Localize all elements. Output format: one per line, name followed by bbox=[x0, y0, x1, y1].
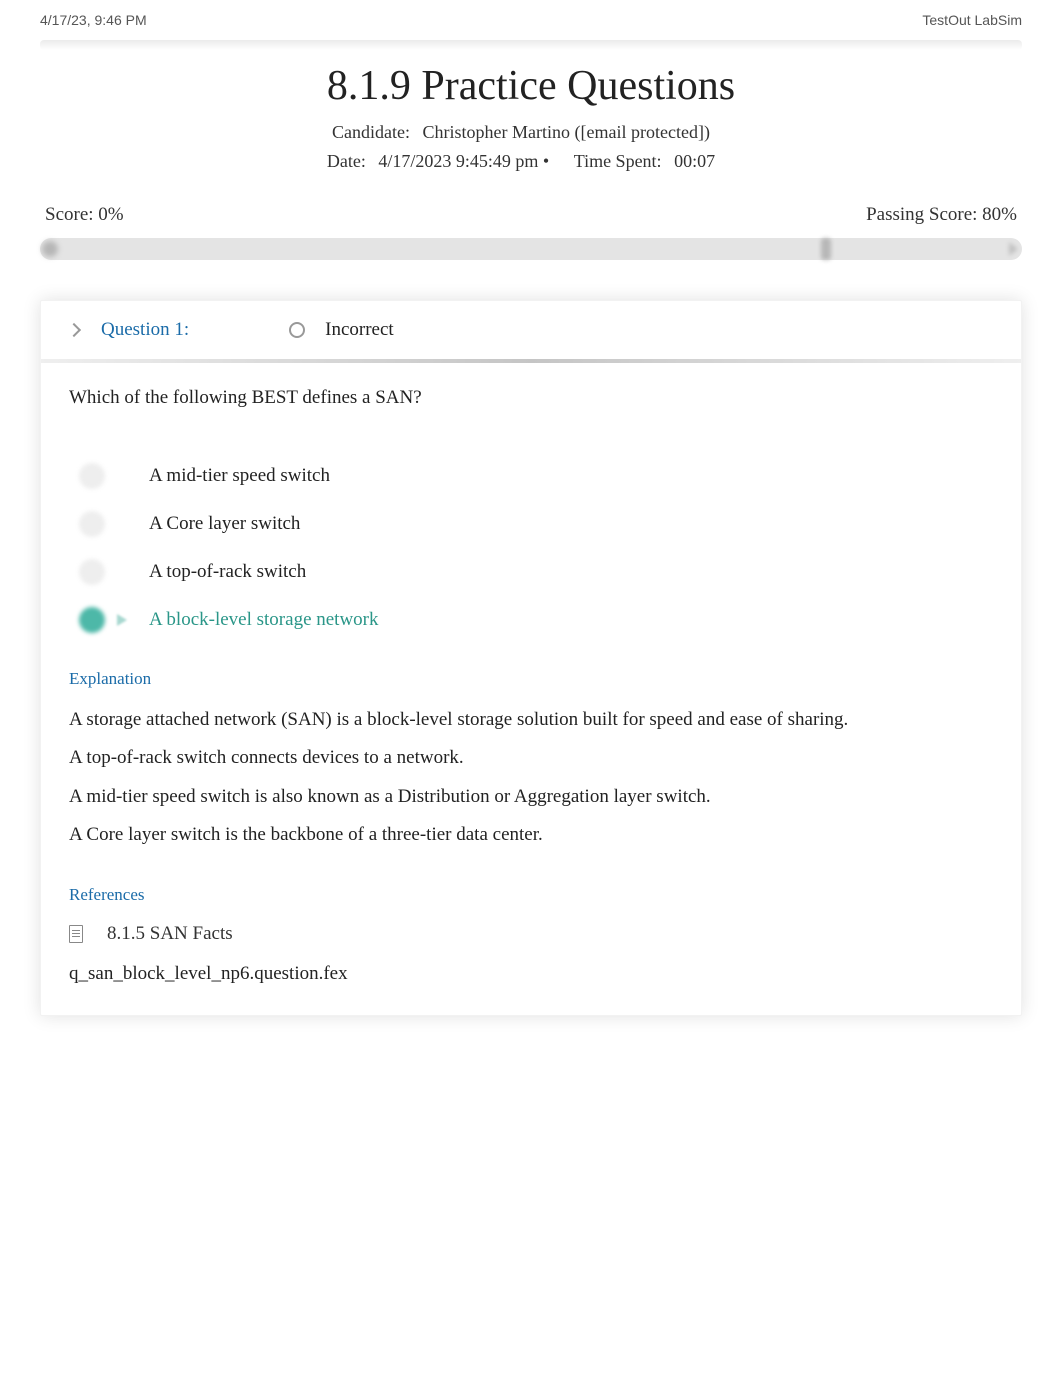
explanation-paragraph: A Core layer switch is the backbone of a… bbox=[69, 822, 993, 849]
page-header: 4/17/23, 9:46 PM TestOut LabSim bbox=[0, 0, 1062, 40]
answer-list: A mid-tier speed switch A Core layer swi… bbox=[79, 463, 993, 633]
time-spent-label: Time Spent: bbox=[574, 151, 662, 171]
answer-option: A block-level storage network bbox=[79, 607, 993, 633]
header-separator bbox=[40, 40, 1022, 50]
passing-score: Passing Score: 80% bbox=[866, 204, 1017, 226]
radio-unselected-icon bbox=[79, 559, 105, 585]
explanation-block: A storage attached network (SAN) is a bl… bbox=[69, 707, 993, 849]
question-text: Which of the following BEST defines a SA… bbox=[69, 387, 993, 409]
question-status: Incorrect bbox=[325, 319, 394, 341]
question-body: Which of the following BEST defines a SA… bbox=[41, 363, 1021, 1015]
correct-arrow-icon bbox=[113, 613, 133, 627]
print-timestamp: 4/17/23, 9:46 PM bbox=[40, 12, 147, 28]
exam-meta: Candidate: Christopher Martino ([email p… bbox=[0, 118, 1062, 176]
question-file-id: q_san_block_level_np6.question.fex bbox=[69, 963, 993, 985]
answer-option: A Core layer switch bbox=[79, 511, 993, 537]
incorrect-icon bbox=[289, 322, 305, 338]
app-name: TestOut LabSim bbox=[922, 12, 1022, 28]
score-row: Score: 0% Passing Score: 80% bbox=[0, 204, 1062, 226]
explanation-heading: Explanation bbox=[69, 669, 993, 689]
score-value: Score: 0% bbox=[45, 204, 124, 226]
answer-text: A top-of-rack switch bbox=[149, 561, 306, 583]
date-value: 4/17/2023 9:45:49 pm • bbox=[378, 151, 549, 171]
answer-option: A top-of-rack switch bbox=[79, 559, 993, 585]
explanation-paragraph: A mid-tier speed switch is also known as… bbox=[69, 784, 993, 811]
candidate-value: Christopher Martino ([email protected]) bbox=[423, 122, 710, 142]
explanation-paragraph: A top-of-rack switch connects devices to… bbox=[69, 745, 993, 772]
radio-unselected-icon bbox=[79, 511, 105, 537]
score-progress-bar bbox=[40, 238, 1022, 260]
explanation-paragraph: A storage attached network (SAN) is a bl… bbox=[69, 707, 993, 734]
reference-item[interactable]: 8.1.5 SAN Facts bbox=[69, 923, 993, 945]
question-header[interactable]: Question 1: Incorrect bbox=[41, 301, 1021, 363]
radio-correct-icon bbox=[79, 607, 105, 633]
answer-text: A block-level storage network bbox=[149, 609, 379, 631]
time-spent-value: 00:07 bbox=[674, 151, 715, 171]
question-number: Question 1: bbox=[101, 319, 189, 341]
answer-text: A mid-tier speed switch bbox=[149, 465, 330, 487]
question-card: Question 1: Incorrect Which of the follo… bbox=[40, 300, 1022, 1016]
candidate-label: Candidate: bbox=[332, 122, 410, 142]
progress-end-icon bbox=[1009, 242, 1018, 256]
references-heading: References bbox=[69, 885, 993, 905]
chevron-right-icon bbox=[69, 322, 79, 338]
page-title: 8.1.9 Practice Questions bbox=[0, 62, 1062, 110]
radio-unselected-icon bbox=[79, 463, 105, 489]
passing-score-marker bbox=[821, 238, 831, 260]
document-icon bbox=[69, 925, 83, 943]
answer-option: A mid-tier speed switch bbox=[79, 463, 993, 489]
answer-text: A Core layer switch bbox=[149, 513, 300, 535]
reference-text: 8.1.5 SAN Facts bbox=[107, 923, 233, 945]
date-label: Date: bbox=[327, 151, 366, 171]
progress-start-icon bbox=[42, 241, 58, 257]
